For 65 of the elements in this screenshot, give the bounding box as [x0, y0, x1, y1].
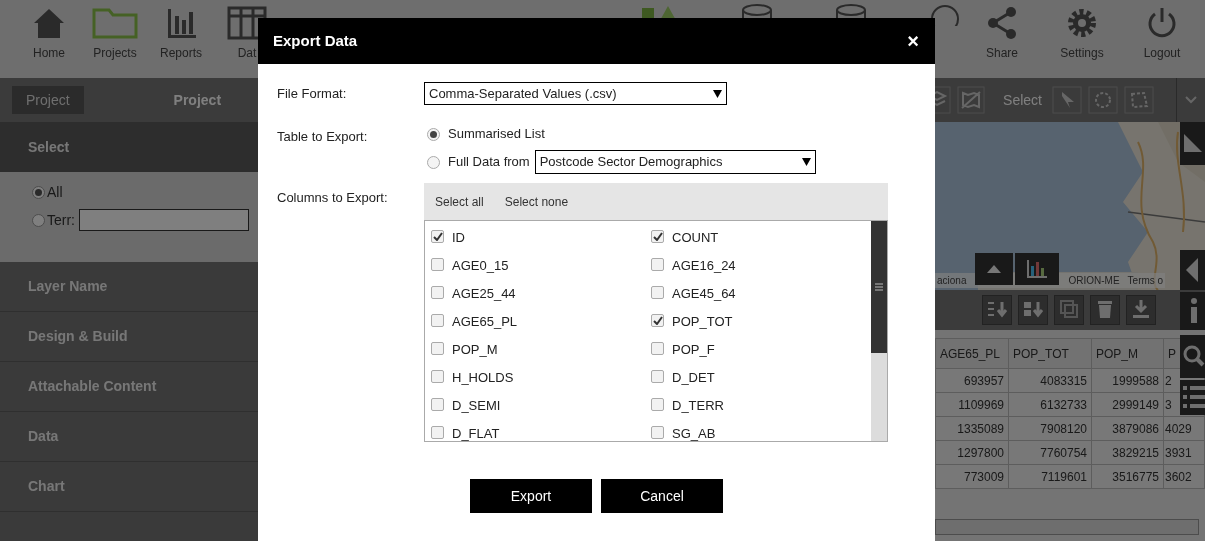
table-cell: 3931	[1165, 445, 1192, 460]
table-cell: 1999588	[1112, 373, 1159, 388]
nav-item[interactable]: Logout	[1143, 44, 1181, 62]
table-cell: 3879086	[1112, 421, 1159, 436]
checkbox-label: POP_F	[672, 341, 715, 360]
checkbox-label: COUNT	[672, 229, 719, 248]
checkbox-label: AGE45_64	[672, 285, 736, 304]
nav-item[interactable]: Home	[33, 44, 65, 62]
table-cell: 4029	[1165, 421, 1192, 436]
back-button[interactable]: Project	[12, 86, 84, 114]
checkbox-label: POP_TOT	[672, 313, 733, 332]
checkbox-label: AGE25_44	[452, 285, 516, 304]
field-label: Columns to Export:	[277, 189, 389, 207]
table-cell: 2	[1165, 373, 1172, 388]
table-cell: 1335089	[957, 421, 1004, 436]
table-cell: 6132733	[1040, 397, 1087, 412]
table-cell: 2999149	[1112, 397, 1159, 412]
checkbox-label: AGE16_24	[672, 257, 736, 276]
table-cell: 1109969	[958, 397, 1004, 412]
table-cell: 4083315	[1040, 373, 1087, 388]
table-cell: 3829215	[1112, 445, 1159, 460]
checkbox-label: AGE0_15	[452, 257, 509, 276]
checkbox-label: D_SEMI	[452, 397, 501, 416]
table-cell: 3602	[1165, 469, 1192, 484]
table-cell: 7119601	[1041, 469, 1087, 484]
table-cell: 7908120	[1040, 421, 1087, 436]
toolbar-label: Select	[1003, 90, 1042, 110]
radio-label: Full Data from	[448, 153, 530, 172]
table-cell: 1297800	[957, 445, 1004, 460]
field-label: Table to Export:	[277, 128, 369, 146]
nav-item[interactable]: Reports	[160, 44, 202, 62]
column-header[interactable]: P	[1168, 346, 1176, 361]
source-dropdown[interactable]: Postcode Sector Demographics	[534, 150, 816, 174]
nav-item[interactable]: Dat	[237, 44, 257, 62]
nav-item[interactable]: Settings	[1060, 44, 1104, 62]
nav-item[interactable]: Share	[986, 44, 1018, 62]
select-none-link[interactable]: Select none	[504, 192, 569, 211]
checkbox-label: POP_M	[452, 341, 498, 360]
attribution-text[interactable]: Terms o	[1127, 273, 1164, 288]
table-cell: 693957	[963, 373, 1004, 388]
checkbox-label: ID	[452, 229, 465, 248]
attribution-text: aciona	[937, 274, 967, 288]
field-label: File Format:	[277, 84, 348, 103]
radio-label: Summarised List	[448, 125, 545, 144]
select-all-link[interactable]: Select all	[435, 192, 484, 211]
dialog-button[interactable]: Export	[470, 479, 592, 513]
checkbox-label: D_DET	[672, 369, 715, 388]
dialog-title: Export Data	[273, 30, 358, 51]
nav-item[interactable]: Projects	[93, 44, 137, 62]
checkbox-label: H_HOLDS	[452, 369, 514, 388]
checkbox-label: AGE65_PL	[452, 313, 518, 332]
section-header[interactable]: Select	[0, 122, 258, 172]
table-cell: 3516775	[1112, 469, 1159, 484]
dialog-button[interactable]: Cancel	[601, 479, 723, 513]
checkbox-label: D_FLAT	[452, 425, 500, 441]
panel-title: Project	[173, 90, 222, 110]
file-format-dropdown[interactable]: Comma-Separated Values (.csv)	[424, 82, 727, 105]
checkbox-label: SG_AB	[672, 425, 716, 441]
table-cell: 3	[1165, 397, 1172, 412]
radio-label: Terr:	[47, 210, 75, 230]
checkbox-label: D_TERR	[672, 397, 724, 416]
table-cell: 773009	[963, 469, 1004, 484]
radio-label: All	[47, 182, 63, 202]
table-cell: 7760754	[1040, 445, 1087, 460]
close-button[interactable]: ×	[907, 31, 919, 51]
